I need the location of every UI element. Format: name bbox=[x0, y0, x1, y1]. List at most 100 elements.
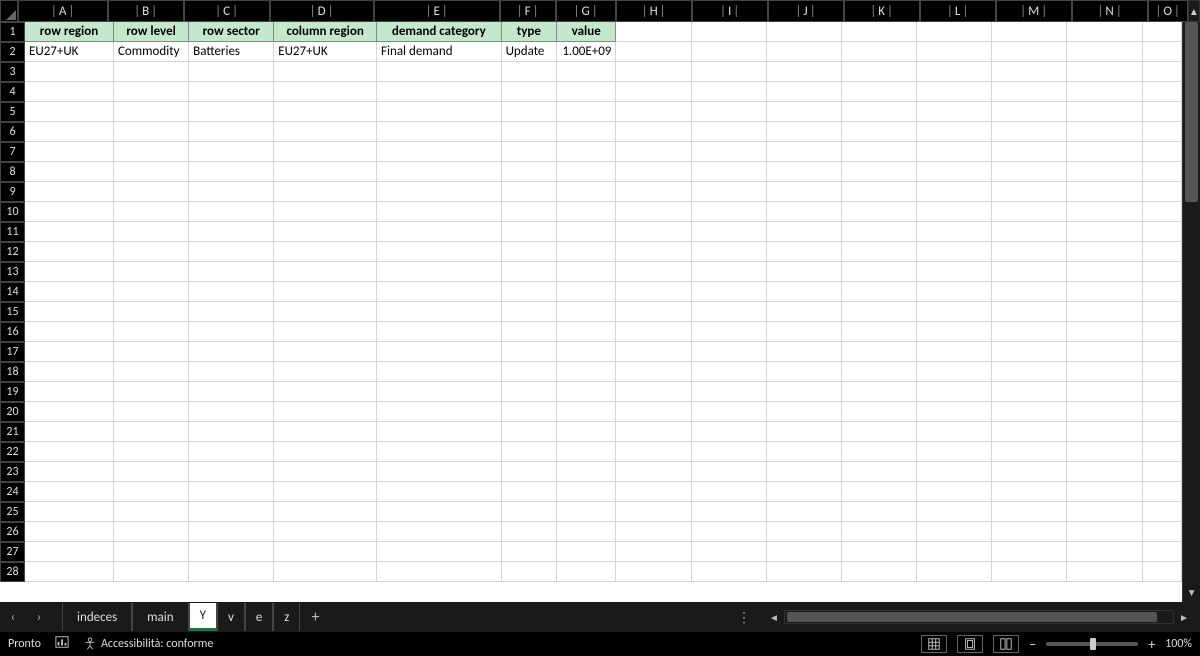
row-header-7[interactable]: 7 bbox=[0, 142, 25, 162]
cell-C26[interactable] bbox=[189, 522, 274, 542]
cell-J4[interactable] bbox=[767, 82, 842, 102]
cell-H11[interactable] bbox=[616, 222, 691, 242]
cell-I16[interactable] bbox=[692, 322, 767, 342]
cell-A12[interactable] bbox=[25, 242, 114, 262]
row-header-4[interactable]: 4 bbox=[0, 82, 25, 102]
cell-L23[interactable] bbox=[917, 462, 992, 482]
cell-F3[interactable] bbox=[502, 62, 557, 82]
cell-D9[interactable] bbox=[274, 182, 377, 202]
cell-C11[interactable] bbox=[189, 222, 274, 242]
cell-B13[interactable] bbox=[114, 262, 189, 282]
cell-K3[interactable] bbox=[842, 62, 917, 82]
cell-M26[interactable] bbox=[992, 522, 1067, 542]
cell-I17[interactable] bbox=[692, 342, 767, 362]
cell-H28[interactable] bbox=[616, 562, 691, 582]
cell-B4[interactable] bbox=[114, 82, 189, 102]
sheet-tab-e[interactable]: e bbox=[245, 603, 273, 631]
cell-E18[interactable] bbox=[377, 362, 502, 382]
cell-G2[interactable]: 1.00E+09 bbox=[557, 42, 616, 62]
cell-A2[interactable]: EU27+UK bbox=[25, 42, 114, 62]
cell-C24[interactable] bbox=[189, 482, 274, 502]
cell-A10[interactable] bbox=[25, 202, 114, 222]
cell-D4[interactable] bbox=[274, 82, 377, 102]
cell-B2[interactable]: Commodity bbox=[114, 42, 189, 62]
cell-E13[interactable] bbox=[377, 262, 502, 282]
cell-D11[interactable] bbox=[274, 222, 377, 242]
cell-G9[interactable] bbox=[557, 182, 616, 202]
cell-L22[interactable] bbox=[917, 442, 992, 462]
cell-E10[interactable] bbox=[377, 202, 502, 222]
row-header-20[interactable]: 20 bbox=[0, 402, 25, 422]
cell-G5[interactable] bbox=[557, 102, 616, 122]
cell-K12[interactable] bbox=[842, 242, 917, 262]
cell-K26[interactable] bbox=[842, 522, 917, 542]
cell-H26[interactable] bbox=[616, 522, 691, 542]
cell-N25[interactable] bbox=[1067, 502, 1142, 522]
cell-A27[interactable] bbox=[25, 542, 114, 562]
row-header-18[interactable]: 18 bbox=[0, 362, 25, 382]
row-header-19[interactable]: 19 bbox=[0, 382, 25, 402]
cell-J14[interactable] bbox=[767, 282, 842, 302]
cell-E7[interactable] bbox=[377, 142, 502, 162]
cell-N12[interactable] bbox=[1067, 242, 1142, 262]
cell-N18[interactable] bbox=[1067, 362, 1142, 382]
cell-K18[interactable] bbox=[842, 362, 917, 382]
cell-L7[interactable] bbox=[917, 142, 992, 162]
tab-nav-prev[interactable]: ‹ bbox=[0, 602, 26, 632]
cell-A14[interactable] bbox=[25, 282, 114, 302]
cell-L16[interactable] bbox=[917, 322, 992, 342]
cell-F28[interactable] bbox=[502, 562, 557, 582]
row-header-2[interactable]: 2 bbox=[0, 42, 25, 62]
cell-L17[interactable] bbox=[917, 342, 992, 362]
cell-O6[interactable] bbox=[1143, 122, 1183, 142]
cell-I4[interactable] bbox=[692, 82, 767, 102]
hscroll-thumb[interactable] bbox=[787, 612, 1157, 622]
cell-I5[interactable] bbox=[692, 102, 767, 122]
cell-E5[interactable] bbox=[377, 102, 502, 122]
cell-C25[interactable] bbox=[189, 502, 274, 522]
cell-F25[interactable] bbox=[502, 502, 557, 522]
cell-C3[interactable] bbox=[189, 62, 274, 82]
cell-F16[interactable] bbox=[502, 322, 557, 342]
accessibility-status[interactable]: Accessibilità: conforme bbox=[83, 637, 213, 651]
cell-J17[interactable] bbox=[767, 342, 842, 362]
row-header-17[interactable]: 17 bbox=[0, 342, 25, 362]
vscroll-track[interactable] bbox=[1183, 22, 1200, 582]
cell-N6[interactable] bbox=[1067, 122, 1142, 142]
cell-D6[interactable] bbox=[274, 122, 377, 142]
cell-O27[interactable] bbox=[1143, 542, 1183, 562]
cell-G3[interactable] bbox=[557, 62, 616, 82]
row-header-25[interactable]: 25 bbox=[0, 502, 25, 522]
cell-K9[interactable] bbox=[842, 182, 917, 202]
cell-O8[interactable] bbox=[1143, 162, 1183, 182]
cell-D15[interactable] bbox=[274, 302, 377, 322]
cell-O15[interactable] bbox=[1143, 302, 1183, 322]
cell-O10[interactable] bbox=[1143, 202, 1183, 222]
cell-M2[interactable] bbox=[992, 42, 1067, 62]
cell-K10[interactable] bbox=[842, 202, 917, 222]
cell-M18[interactable] bbox=[992, 362, 1067, 382]
zoom-out-button[interactable]: − bbox=[1029, 636, 1036, 653]
cell-E3[interactable] bbox=[377, 62, 502, 82]
cell-H5[interactable] bbox=[616, 102, 691, 122]
cell-B12[interactable] bbox=[114, 242, 189, 262]
row-header-14[interactable]: 14 bbox=[0, 282, 25, 302]
cell-J22[interactable] bbox=[767, 442, 842, 462]
cell-O28[interactable] bbox=[1143, 562, 1183, 582]
column-header-B[interactable]: |B| bbox=[108, 0, 184, 22]
cell-K11[interactable] bbox=[842, 222, 917, 242]
cell-L21[interactable] bbox=[917, 422, 992, 442]
cell-K25[interactable] bbox=[842, 502, 917, 522]
cell-H21[interactable] bbox=[616, 422, 691, 442]
cell-C15[interactable] bbox=[189, 302, 274, 322]
scroll-up-button[interactable]: ▲ bbox=[1188, 0, 1200, 22]
cell-H7[interactable] bbox=[616, 142, 691, 162]
cell-F2[interactable]: Update bbox=[502, 42, 557, 62]
cell-D28[interactable] bbox=[274, 562, 377, 582]
cell-G25[interactable] bbox=[557, 502, 616, 522]
row-header-8[interactable]: 8 bbox=[0, 162, 25, 182]
cell-D13[interactable] bbox=[274, 262, 377, 282]
cell-F23[interactable] bbox=[502, 462, 557, 482]
cell-I3[interactable] bbox=[692, 62, 767, 82]
cell-A16[interactable] bbox=[25, 322, 114, 342]
